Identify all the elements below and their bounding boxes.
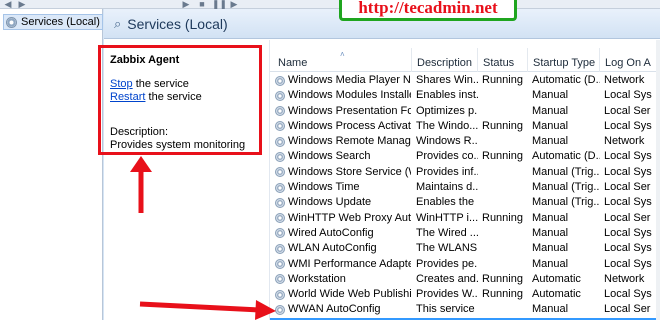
right-arrow-annotation	[139, 300, 276, 320]
annotation-arrows	[130, 156, 276, 320]
right-arrow-shaft	[139, 301, 261, 313]
right-arrow-head	[255, 300, 276, 320]
up-arrow-head	[130, 156, 152, 172]
up-arrow-annotation	[130, 156, 152, 213]
